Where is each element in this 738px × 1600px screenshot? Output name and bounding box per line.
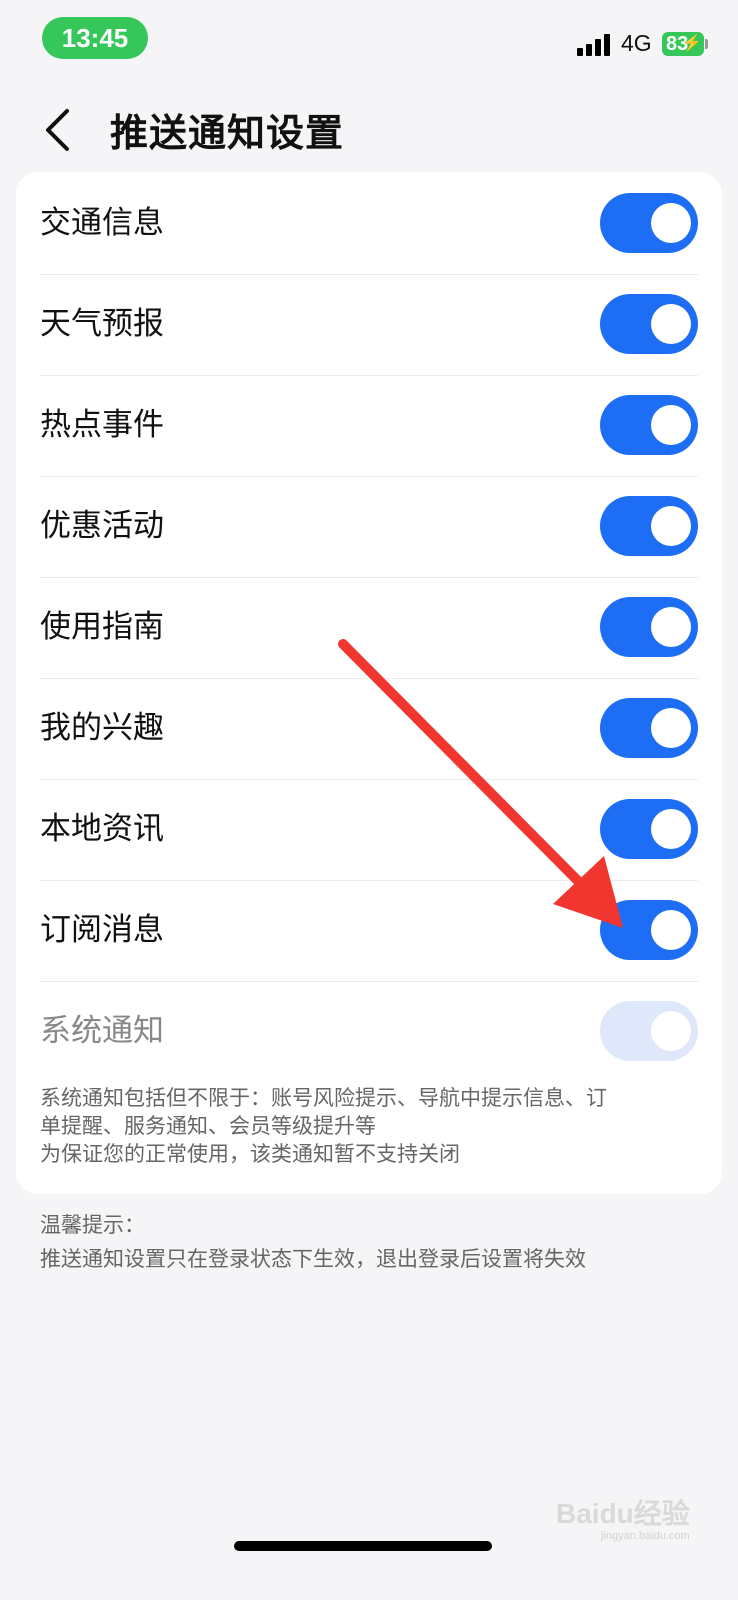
tips-text: 推送通知设置只在登录状态下生效，退出登录后设置将失效: [40, 1247, 586, 1271]
setting-label: 系统通知: [40, 1013, 164, 1049]
toggle-knob: [651, 304, 691, 344]
setting-row-local-news: 本地资讯: [16, 778, 722, 881]
network-type: 4G: [621, 30, 652, 56]
toggle-knob: [651, 809, 691, 849]
toggle-knob: [651, 405, 691, 445]
tips-section: 温馨提示： 推送通知设置只在登录状态下生效，退出登录后设置将失效: [40, 1208, 720, 1276]
setting-row-guide: 使用指南: [16, 576, 722, 679]
toggle-switch[interactable]: [600, 597, 698, 657]
charging-bolt-icon: ⚡: [682, 35, 702, 52]
setting-label: 热点事件: [40, 407, 164, 443]
setting-label: 本地资讯: [40, 811, 164, 847]
toggle-switch[interactable]: [600, 294, 698, 354]
page-title: 推送通知设置: [110, 111, 345, 155]
setting-label: 交通信息: [40, 205, 164, 241]
note-line: 系统通知包括但不限于：账号风险提示、导航中提示信息、订: [40, 1086, 607, 1110]
baidu-watermark: Baidu经验: [556, 1498, 690, 1529]
setting-row-traffic: 交通信息: [16, 172, 722, 275]
system-notification-note: 系统通知包括但不限于：账号风险提示、导航中提示信息、订 单提醒、服务通知、会员等…: [40, 1084, 700, 1168]
setting-row-interests: 我的兴趣: [16, 677, 722, 780]
toggle-knob: [651, 910, 691, 950]
setting-row-subscriptions: 订阅消息: [16, 879, 722, 982]
toggle-switch[interactable]: [600, 496, 698, 556]
battery-cap: [705, 39, 708, 49]
setting-row-system: 系统通知: [16, 980, 722, 1083]
toggle-switch[interactable]: [600, 900, 698, 960]
signal-strength-icon: [577, 34, 613, 56]
setting-row-hot-events: 热点事件: [16, 374, 722, 477]
toggle-knob: [651, 607, 691, 647]
setting-label: 订阅消息: [40, 912, 164, 948]
toggle-switch[interactable]: [600, 698, 698, 758]
toggle-knob: [651, 506, 691, 546]
toggle-switch-disabled: [600, 1001, 698, 1061]
toggle-knob: [651, 708, 691, 748]
setting-label: 我的兴趣: [40, 710, 164, 746]
chevron-left-icon: [46, 109, 69, 151]
setting-row-weather: 天气预报: [16, 273, 722, 376]
watermark-url: jingyan.baidu.com: [601, 1530, 690, 1542]
setting-label: 使用指南: [40, 609, 164, 645]
toggle-switch[interactable]: [600, 395, 698, 455]
toggle-knob: [651, 1011, 691, 1051]
setting-row-promotions: 优惠活动: [16, 475, 722, 578]
toggle-knob: [651, 203, 691, 243]
settings-card: 交通信息 天气预报 热点事件 优惠活动 使用指南 我的兴趣 本地资讯 订阅消息: [16, 172, 722, 1194]
toggle-switch[interactable]: [600, 799, 698, 859]
note-line: 为保证您的正常使用，该类通知暂不支持关闭: [40, 1142, 460, 1166]
status-time: 13:45: [42, 17, 148, 59]
home-indicator[interactable]: [234, 1541, 492, 1551]
setting-label: 天气预报: [40, 306, 164, 342]
back-button[interactable]: [40, 108, 80, 152]
battery-icon: 83 ⚡: [662, 32, 704, 56]
setting-label: 优惠活动: [40, 508, 164, 544]
toggle-switch[interactable]: [600, 193, 698, 253]
tips-heading: 温馨提示：: [40, 1213, 145, 1237]
note-line: 单提醒、服务通知、会员等级提升等: [40, 1114, 376, 1138]
